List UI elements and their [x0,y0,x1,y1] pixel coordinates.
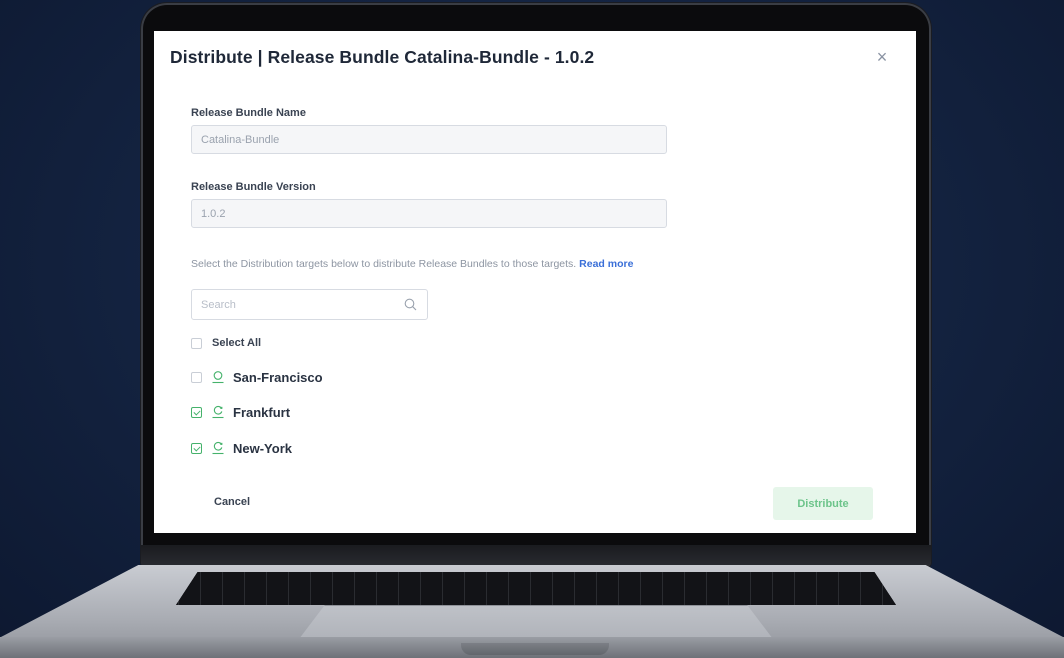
node-sync-icon [212,405,224,419]
distribute-button[interactable]: Distribute [773,487,873,520]
node-icon [212,371,224,384]
select-all-checkbox[interactable] [191,337,202,349]
select-all-label: Select All [212,337,262,349]
search-box [191,289,428,320]
laptop-keyboard [176,572,896,605]
target-checkbox[interactable] [191,442,202,454]
target-label: New-York [233,440,292,456]
dialog-title: Distribute | Release Bundle Catalina-Bun… [170,47,595,67]
target-row-san-francisco[interactable]: San-Francisco [191,368,323,386]
target-label: San-Francisco [233,369,323,385]
target-checkbox[interactable] [191,406,202,418]
distribution-helper-text: Select the Distribution targets below to… [191,258,633,270]
node-sync-icon [212,441,224,455]
laptop-notch [461,643,609,655]
helper-text: Select the Distribution targets below to… [191,258,577,270]
release-bundle-version-field[interactable] [191,199,667,228]
target-label: Frankfurt [233,404,291,420]
release-bundle-name-field[interactable] [191,125,667,154]
distribute-dialog: Distribute | Release Bundle Catalina-Bun… [154,31,916,533]
target-checkbox[interactable] [191,371,202,383]
target-row-new-york[interactable]: New-York [191,439,292,457]
target-row-frankfurt[interactable]: Frankfurt [191,403,290,421]
search-icon[interactable] [404,298,417,311]
search-input[interactable] [192,290,410,319]
release-bundle-name-label: Release Bundle Name [191,107,306,119]
select-all-row[interactable]: Select All [191,334,261,352]
release-bundle-version-label: Release Bundle Version [191,181,316,193]
read-more-link[interactable]: Read more [579,258,633,270]
close-icon[interactable]: × [874,48,890,66]
cancel-button[interactable]: Cancel [214,496,250,508]
